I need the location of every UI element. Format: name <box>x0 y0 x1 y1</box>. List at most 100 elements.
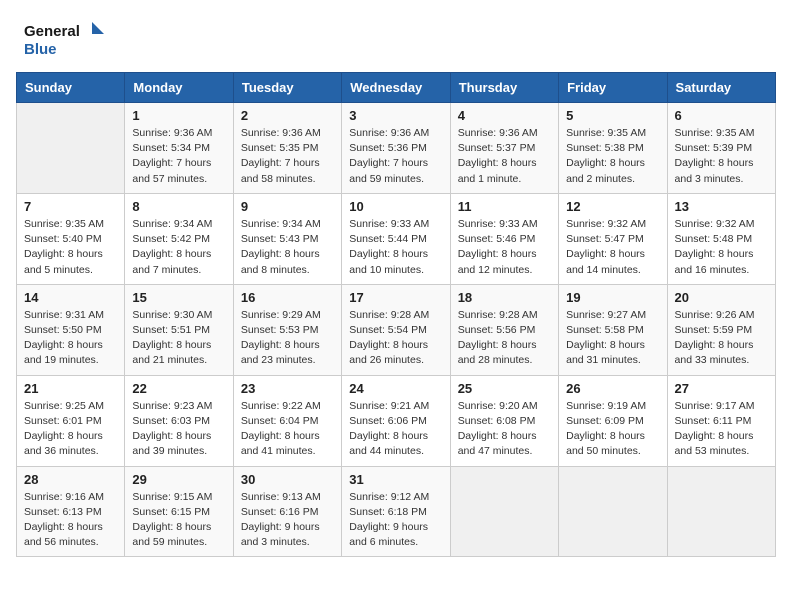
day-number: 7 <box>24 199 117 214</box>
day-cell-2: 2Sunrise: 9:36 AM Sunset: 5:35 PM Daylig… <box>233 103 341 194</box>
day-number: 16 <box>241 290 334 305</box>
day-number: 11 <box>458 199 551 214</box>
week-row-3: 14 Sunrise: 9:31 AM Sunset: 5:50 PM Dayli… <box>17 284 776 375</box>
weekday-header-saturday: Saturday <box>667 73 775 103</box>
day-number: 24 <box>349 381 442 396</box>
day-cell-15: 15 Sunrise: 9:30 AM Sunset: 5:51 PM Dayli… <box>125 284 233 375</box>
day-cell-17: 17 Sunrise: 9:28 AM Sunset: 5:54 PM Dayli… <box>342 284 450 375</box>
day-number: 8 <box>132 199 225 214</box>
svg-text:Blue: Blue <box>24 41 57 58</box>
day-number: 31 <box>349 472 442 487</box>
empty-cell <box>450 466 558 557</box>
day-info: Sunrise: 9:32 AM Sunset: 5:47 PM Dayligh… <box>566 217 659 278</box>
day-info: Sunrise: 9:16 AM Sunset: 6:13 PM Dayligh… <box>24 490 117 551</box>
day-info: Sunrise: 9:20 AM Sunset: 6:08 PM Dayligh… <box>458 399 551 460</box>
day-cell-13: 13 Sunrise: 9:32 AM Sunset: 5:48 PM Dayli… <box>667 193 775 284</box>
day-number: 17 <box>349 290 442 305</box>
svg-text:General: General <box>24 23 80 40</box>
weekday-header-tuesday: Tuesday <box>233 73 341 103</box>
day-cell-16: 16 Sunrise: 9:29 AM Sunset: 5:53 PM Dayli… <box>233 284 341 375</box>
day-info: Sunrise: 9:36 AM Sunset: 5:35 PM Dayligh… <box>241 126 334 187</box>
day-cell-14: 14 Sunrise: 9:31 AM Sunset: 5:50 PM Dayli… <box>17 284 125 375</box>
day-number: 18 <box>458 290 551 305</box>
day-cell-3: 3Sunrise: 9:36 AM Sunset: 5:36 PM Daylig… <box>342 103 450 194</box>
day-info: Sunrise: 9:27 AM Sunset: 5:58 PM Dayligh… <box>566 308 659 369</box>
day-cell-26: 26Sunrise: 9:19 AM Sunset: 6:09 PM Dayli… <box>559 375 667 466</box>
day-info: Sunrise: 9:34 AM Sunset: 5:43 PM Dayligh… <box>241 217 334 278</box>
day-number: 1 <box>132 108 225 123</box>
day-info: Sunrise: 9:35 AM Sunset: 5:38 PM Dayligh… <box>566 126 659 187</box>
day-cell-18: 18 Sunrise: 9:28 AM Sunset: 5:56 PM Dayli… <box>450 284 558 375</box>
week-row-5: 28Sunrise: 9:16 AM Sunset: 6:13 PM Dayli… <box>17 466 776 557</box>
day-number: 13 <box>675 199 768 214</box>
empty-cell <box>667 466 775 557</box>
day-info: Sunrise: 9:32 AM Sunset: 5:48 PM Dayligh… <box>675 217 768 278</box>
day-info: Sunrise: 9:12 AM Sunset: 6:18 PM Dayligh… <box>349 490 442 551</box>
day-info: Sunrise: 9:35 AM Sunset: 5:39 PM Dayligh… <box>675 126 768 187</box>
day-number: 27 <box>675 381 768 396</box>
day-info: Sunrise: 9:29 AM Sunset: 5:53 PM Dayligh… <box>241 308 334 369</box>
day-cell-12: 12 Sunrise: 9:32 AM Sunset: 5:47 PM Dayli… <box>559 193 667 284</box>
day-cell-8: 8 Sunrise: 9:34 AM Sunset: 5:42 PM Daylig… <box>125 193 233 284</box>
day-cell-10: 10Sunrise: 9:33 AM Sunset: 5:44 PM Dayli… <box>342 193 450 284</box>
day-number: 25 <box>458 381 551 396</box>
day-info: Sunrise: 9:26 AM Sunset: 5:59 PM Dayligh… <box>675 308 768 369</box>
header: General Blue <box>0 0 792 72</box>
day-info: Sunrise: 9:30 AM Sunset: 5:51 PM Dayligh… <box>132 308 225 369</box>
page: General Blue SundayMondayTuesdayWednesda… <box>0 0 792 612</box>
day-info: Sunrise: 9:31 AM Sunset: 5:50 PM Dayligh… <box>24 308 117 369</box>
day-number: 30 <box>241 472 334 487</box>
day-info: Sunrise: 9:33 AM Sunset: 5:46 PM Dayligh… <box>458 217 551 278</box>
day-number: 23 <box>241 381 334 396</box>
day-info: Sunrise: 9:25 AM Sunset: 6:01 PM Dayligh… <box>24 399 117 460</box>
day-info: Sunrise: 9:17 AM Sunset: 6:11 PM Dayligh… <box>675 399 768 460</box>
day-number: 5 <box>566 108 659 123</box>
day-cell-20: 20Sunrise: 9:26 AM Sunset: 5:59 PM Dayli… <box>667 284 775 375</box>
day-info: Sunrise: 9:23 AM Sunset: 6:03 PM Dayligh… <box>132 399 225 460</box>
day-number: 4 <box>458 108 551 123</box>
day-cell-9: 9 Sunrise: 9:34 AM Sunset: 5:43 PM Daylig… <box>233 193 341 284</box>
logo: General Blue <box>24 18 104 62</box>
day-info: Sunrise: 9:36 AM Sunset: 5:37 PM Dayligh… <box>458 126 551 187</box>
weekday-header-monday: Monday <box>125 73 233 103</box>
day-number: 12 <box>566 199 659 214</box>
day-number: 22 <box>132 381 225 396</box>
day-info: Sunrise: 9:35 AM Sunset: 5:40 PM Dayligh… <box>24 217 117 278</box>
week-row-2: 7 Sunrise: 9:35 AM Sunset: 5:40 PM Daylig… <box>17 193 776 284</box>
day-cell-7: 7 Sunrise: 9:35 AM Sunset: 5:40 PM Daylig… <box>17 193 125 284</box>
day-cell-30: 30 Sunrise: 9:13 AM Sunset: 6:16 PM Dayli… <box>233 466 341 557</box>
day-number: 14 <box>24 290 117 305</box>
weekday-header-thursday: Thursday <box>450 73 558 103</box>
day-number: 6 <box>675 108 768 123</box>
day-cell-22: 22 Sunrise: 9:23 AM Sunset: 6:03 PM Dayli… <box>125 375 233 466</box>
day-cell-4: 4 Sunrise: 9:36 AM Sunset: 5:37 PM Daylig… <box>450 103 558 194</box>
weekday-header-wednesday: Wednesday <box>342 73 450 103</box>
day-info: Sunrise: 9:22 AM Sunset: 6:04 PM Dayligh… <box>241 399 334 460</box>
day-number: 21 <box>24 381 117 396</box>
day-info: Sunrise: 9:28 AM Sunset: 5:54 PM Dayligh… <box>349 308 442 369</box>
day-cell-5: 5 Sunrise: 9:35 AM Sunset: 5:38 PM Daylig… <box>559 103 667 194</box>
day-info: Sunrise: 9:33 AM Sunset: 5:44 PM Dayligh… <box>349 217 442 278</box>
week-row-1: 1 Sunrise: 9:36 AM Sunset: 5:34 PM Daylig… <box>17 103 776 194</box>
day-cell-24: 24 Sunrise: 9:21 AM Sunset: 6:06 PM Dayli… <box>342 375 450 466</box>
day-info: Sunrise: 9:36 AM Sunset: 5:34 PM Dayligh… <box>132 126 225 187</box>
day-info: Sunrise: 9:34 AM Sunset: 5:42 PM Dayligh… <box>132 217 225 278</box>
calendar-table: SundayMondayTuesdayWednesdayThursdayFrid… <box>16 72 776 557</box>
day-cell-19: 19 Sunrise: 9:27 AM Sunset: 5:58 PM Dayli… <box>559 284 667 375</box>
day-number: 15 <box>132 290 225 305</box>
day-info: Sunrise: 9:21 AM Sunset: 6:06 PM Dayligh… <box>349 399 442 460</box>
day-info: Sunrise: 9:36 AM Sunset: 5:36 PM Dayligh… <box>349 126 442 187</box>
day-cell-11: 11 Sunrise: 9:33 AM Sunset: 5:46 PM Dayli… <box>450 193 558 284</box>
empty-cell <box>559 466 667 557</box>
day-info: Sunrise: 9:28 AM Sunset: 5:56 PM Dayligh… <box>458 308 551 369</box>
day-cell-6: 6 Sunrise: 9:35 AM Sunset: 5:39 PM Daylig… <box>667 103 775 194</box>
day-number: 19 <box>566 290 659 305</box>
day-number: 9 <box>241 199 334 214</box>
empty-cell <box>17 103 125 194</box>
week-row-4: 21 Sunrise: 9:25 AM Sunset: 6:01 PM Dayli… <box>17 375 776 466</box>
day-cell-29: 29Sunrise: 9:15 AM Sunset: 6:15 PM Dayli… <box>125 466 233 557</box>
day-info: Sunrise: 9:13 AM Sunset: 6:16 PM Dayligh… <box>241 490 334 551</box>
day-cell-25: 25 Sunrise: 9:20 AM Sunset: 6:08 PM Dayli… <box>450 375 558 466</box>
day-cell-28: 28Sunrise: 9:16 AM Sunset: 6:13 PM Dayli… <box>17 466 125 557</box>
logo-svg: General Blue <box>24 18 104 62</box>
